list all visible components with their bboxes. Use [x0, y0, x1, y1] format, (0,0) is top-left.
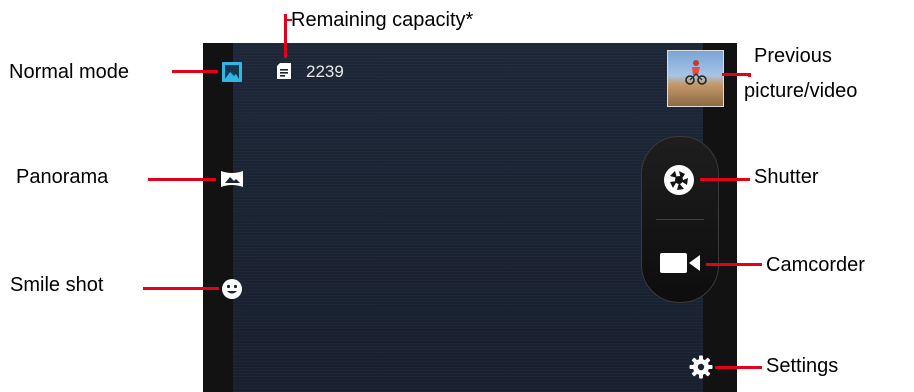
camcorder-button[interactable]	[659, 250, 701, 276]
pointer-panorama	[148, 178, 216, 181]
pointer-previous-h	[722, 73, 750, 76]
pointer-normal-mode	[172, 70, 218, 73]
settings-gear-icon[interactable]	[689, 355, 713, 379]
normal-mode-icon[interactable]	[221, 61, 243, 83]
panorama-icon[interactable]	[220, 169, 244, 189]
label-shutter: Shutter	[754, 166, 819, 188]
sd-card-icon	[277, 63, 291, 79]
pointer-settings	[715, 366, 762, 369]
capture-divider	[656, 219, 704, 220]
label-settings: Settings	[766, 355, 839, 377]
pointer-previous-v	[748, 73, 751, 77]
shutter-button[interactable]	[661, 162, 697, 198]
label-smile-shot: Smile shot	[10, 274, 104, 296]
pointer-camcorder	[706, 263, 762, 266]
pointer-remaining-capacity-h	[284, 19, 292, 21]
previous-picture-thumbnail[interactable]	[667, 50, 724, 107]
smile-shot-icon[interactable]	[221, 278, 243, 300]
pointer-smile-shot	[143, 287, 219, 290]
pointer-shutter	[700, 178, 750, 181]
label-previous-line2: picture/video	[744, 80, 858, 102]
label-panorama: Panorama	[16, 166, 109, 188]
label-remaining-capacity: Remaining capacity*	[291, 9, 474, 31]
label-camcorder: Camcorder	[766, 254, 865, 276]
mode-strip	[203, 43, 233, 392]
remaining-count: 2239	[306, 62, 344, 81]
cyclist-photo-icon	[685, 60, 707, 85]
label-previous-line1: Previous	[754, 45, 832, 67]
label-normal-mode: Normal mode	[9, 61, 130, 83]
